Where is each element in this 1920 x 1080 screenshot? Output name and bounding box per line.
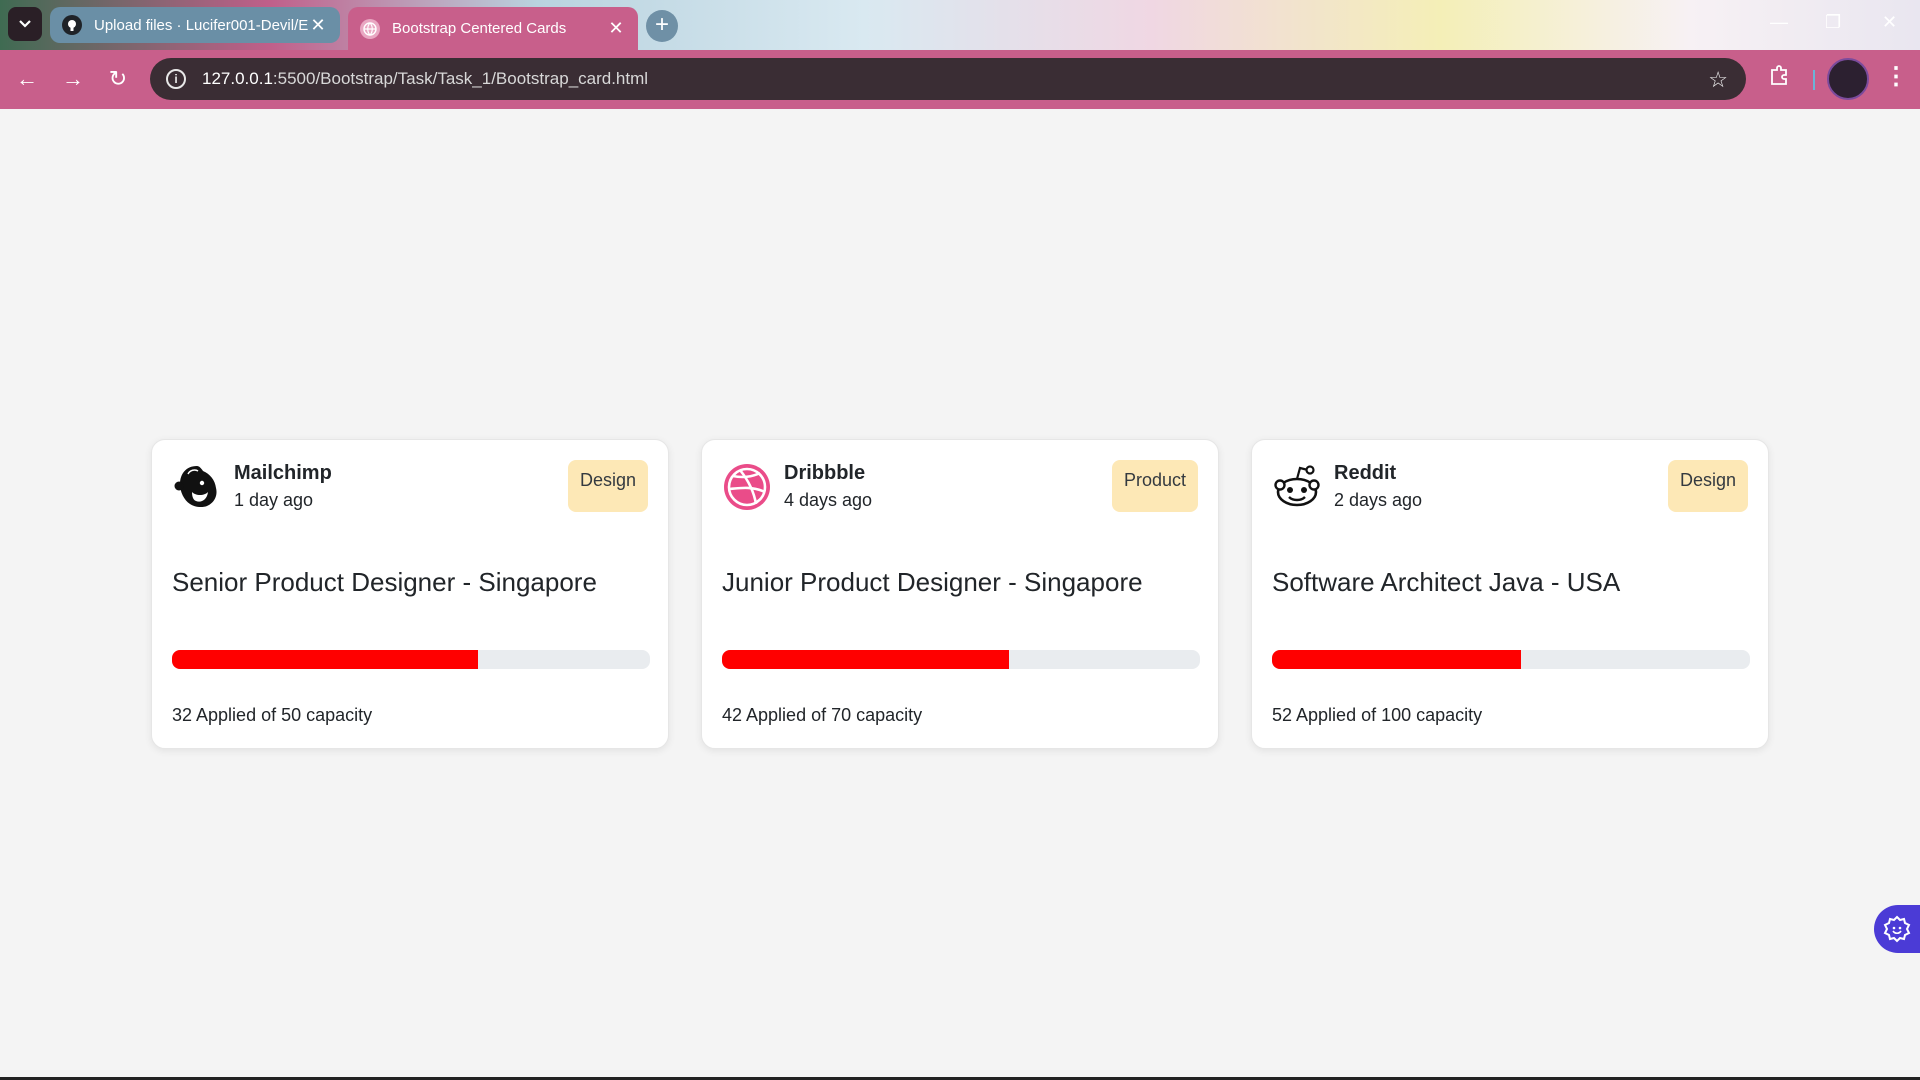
toolbar-divider — [1813, 70, 1815, 90]
category-badge: Product — [1111, 460, 1198, 512]
forward-arrow-icon[interactable]: → — [58, 64, 88, 94]
reload-icon[interactable]: ↻ — [103, 64, 133, 94]
address-bar[interactable]: i 127.0.0.1:5500/Bootstrap/Task/Task_1/B… — [150, 58, 1746, 100]
window-close-icon[interactable]: ✕ — [1882, 12, 1897, 33]
back-arrow-icon[interactable]: ← — [12, 64, 42, 94]
posted-time: 4 days ago — [784, 490, 873, 510]
job-card: Reddit 2 days ago Design Software Archit… — [1251, 439, 1769, 749]
company-name: Reddit — [1334, 462, 1397, 484]
capacity-text: 52 Applied of 100 capacity — [1272, 705, 1483, 725]
chevron-down-icon — [19, 20, 31, 28]
mailchimp-icon — [174, 466, 217, 508]
job-title[interactable]: Junior Product Designer - Singapore — [722, 567, 1143, 598]
capacity-text: 42 Applied of 70 capacity — [722, 705, 923, 725]
applications-progress-bar — [1272, 650, 1750, 669]
browser-tab-bar: Upload files · Lucifer001-Devil/E ✕ Boot… — [0, 0, 1920, 50]
minimize-icon[interactable]: — — [1770, 12, 1788, 33]
github-icon — [62, 15, 82, 35]
info-icon[interactable]: i — [166, 69, 186, 89]
posted-time: 2 days ago — [1334, 490, 1423, 510]
category-badge: Design — [1667, 460, 1748, 512]
url-text[interactable]: 127.0.0.1:5500/Bootstrap/Task/Task_1/Boo… — [202, 69, 648, 89]
tab-bootstrap-cards[interactable]: Bootstrap Centered Cards ✕ — [348, 7, 638, 50]
progress-fill — [722, 650, 1009, 669]
job-title[interactable]: Senior Product Designer - Singapore — [172, 567, 597, 598]
restore-icon[interactable]: ❐ — [1825, 12, 1841, 33]
settings-gear-button[interactable] — [1874, 905, 1920, 953]
browser-toolbar: ← → ↻ i 127.0.0.1:5500/Bootstrap/Task/Ta… — [0, 50, 1920, 109]
tab-search-button[interactable] — [8, 7, 42, 41]
tab-title: Upload files · Lucifer001-Devil/E — [94, 16, 308, 34]
applications-progress-bar — [172, 650, 650, 669]
gear-icon — [1883, 915, 1911, 943]
job-title[interactable]: Software Architect Java - USA — [1272, 567, 1620, 598]
page-content: Mailchimp 1 day ago Design Senior Produc… — [0, 109, 1920, 1080]
job-card: Mailchimp 1 day ago Design Senior Produc… — [151, 439, 669, 749]
tab-title: Bootstrap Centered Cards — [392, 20, 567, 37]
profile-avatar[interactable] — [1827, 58, 1869, 100]
posted-time: 1 day ago — [234, 490, 314, 510]
close-icon[interactable]: ✕ — [308, 15, 328, 36]
company-name: Dribbble — [784, 462, 866, 484]
progress-fill — [1272, 650, 1521, 669]
category-badge: Design — [567, 460, 648, 512]
globe-icon — [360, 18, 380, 39]
tab-upload-files[interactable]: Upload files · Lucifer001-Devil/E ✕ — [50, 7, 340, 43]
close-icon[interactable]: ✕ — [606, 18, 626, 39]
job-card: Dribbble 4 days ago Product Junior Produ… — [701, 439, 1219, 749]
capacity-text: 32 Applied of 50 capacity — [172, 705, 373, 725]
dribbble-icon — [724, 464, 770, 510]
new-tab-button[interactable]: + — [646, 10, 678, 42]
applications-progress-bar — [722, 650, 1200, 669]
extensions-puzzle-icon[interactable] — [1768, 64, 1790, 92]
company-name: Mailchimp — [234, 462, 332, 484]
bookmark-star-icon[interactable]: ☆ — [1708, 67, 1728, 93]
reddit-icon — [1274, 465, 1320, 507]
more-menu-icon[interactable]: ⋮ — [1884, 62, 1908, 91]
progress-fill — [172, 650, 478, 669]
